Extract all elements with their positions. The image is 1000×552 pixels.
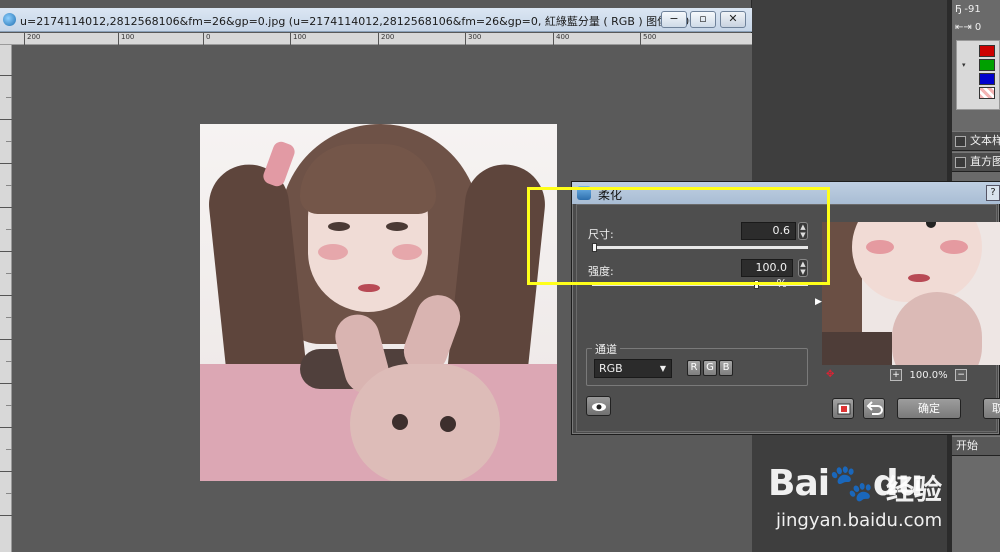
ruler-label: 100 — [118, 33, 134, 45]
zoom-controls: + 100.0% − — [890, 368, 968, 382]
ruler-label: 200 — [24, 33, 40, 45]
ruler-label: 0 — [203, 33, 210, 45]
preview-image[interactable] — [822, 222, 1000, 365]
ruler-label: 400 — [553, 33, 569, 45]
help-button[interactable]: ? — [986, 185, 1000, 201]
photo-image[interactable] — [200, 124, 557, 481]
channel-r-button[interactable]: R — [687, 360, 701, 376]
alpha-swatch[interactable] — [979, 87, 995, 99]
document-titlebar[interactable]: u=2174114012,2812568106&fm=26&gp=0.jpg (… — [0, 8, 752, 32]
channel-g-button[interactable]: G — [703, 360, 717, 376]
app-icon — [3, 13, 16, 26]
channel-legend: 通道 — [592, 341, 620, 357]
minimize-button[interactable]: − — [661, 11, 687, 28]
preview-arrow-icon[interactable]: ▶ — [815, 297, 822, 307]
position-readout: Ҕ -91 — [955, 4, 981, 15]
reset-button[interactable] — [863, 398, 885, 419]
red-swatch[interactable] — [979, 45, 995, 57]
channel-select[interactable]: RGB ▼ — [594, 359, 672, 378]
checkbox[interactable] — [955, 157, 966, 168]
green-swatch[interactable] — [979, 59, 995, 71]
ok-button[interactable]: 确定 — [897, 398, 961, 419]
zoom-in-button[interactable]: + — [890, 369, 902, 381]
watermark-url: jingyan.baidu.com — [776, 510, 943, 531]
offset-readout: ⇤⇥ 0 — [955, 22, 982, 33]
maximize-button[interactable]: ▫ — [690, 11, 716, 28]
ruler-horizontal[interactable]: 200 100 0 100 200 300 400 500 — [0, 33, 752, 45]
document-title: u=2174114012,2812568106&fm=26&gp=0.jpg (… — [20, 15, 703, 28]
eye-icon — [592, 403, 606, 411]
highlight-box — [527, 187, 830, 285]
cancel-button[interactable]: 取消 — [983, 398, 1000, 419]
pan-icon[interactable]: ✥ — [826, 369, 834, 380]
preview-toggle-button[interactable] — [586, 396, 611, 416]
tab-text-style[interactable]: 文本样 — [952, 131, 1000, 151]
ruler-label: 200 — [378, 33, 394, 45]
ruler-vertical[interactable] — [0, 45, 12, 552]
channel-b-button[interactable]: B — [719, 360, 733, 376]
ruler-label: 300 — [465, 33, 481, 45]
ruler-label: 100 — [290, 33, 306, 45]
blue-swatch[interactable] — [979, 73, 995, 85]
close-button[interactable]: ✕ — [720, 11, 746, 28]
undo-icon — [866, 401, 883, 415]
zoom-out-button[interactable]: − — [955, 369, 968, 381]
ruler-label: 500 — [640, 33, 656, 45]
dropdown-arrow-icon[interactable]: ▾ — [962, 61, 966, 69]
color-channel-box[interactable]: ▾ — [956, 40, 1000, 110]
split-view-icon — [837, 403, 851, 415]
tab-histogram[interactable]: 直方图 — [952, 152, 1000, 172]
compare-button[interactable] — [832, 398, 854, 419]
watermark-cn: 经验 — [886, 473, 943, 506]
checkbox[interactable] — [955, 136, 966, 147]
chevron-down-icon: ▼ — [659, 364, 666, 373]
zoom-value: 100.0% — [909, 369, 948, 381]
baidu-watermark: Bai🐾du 经验 jingyan.baidu.com — [768, 452, 1000, 552]
